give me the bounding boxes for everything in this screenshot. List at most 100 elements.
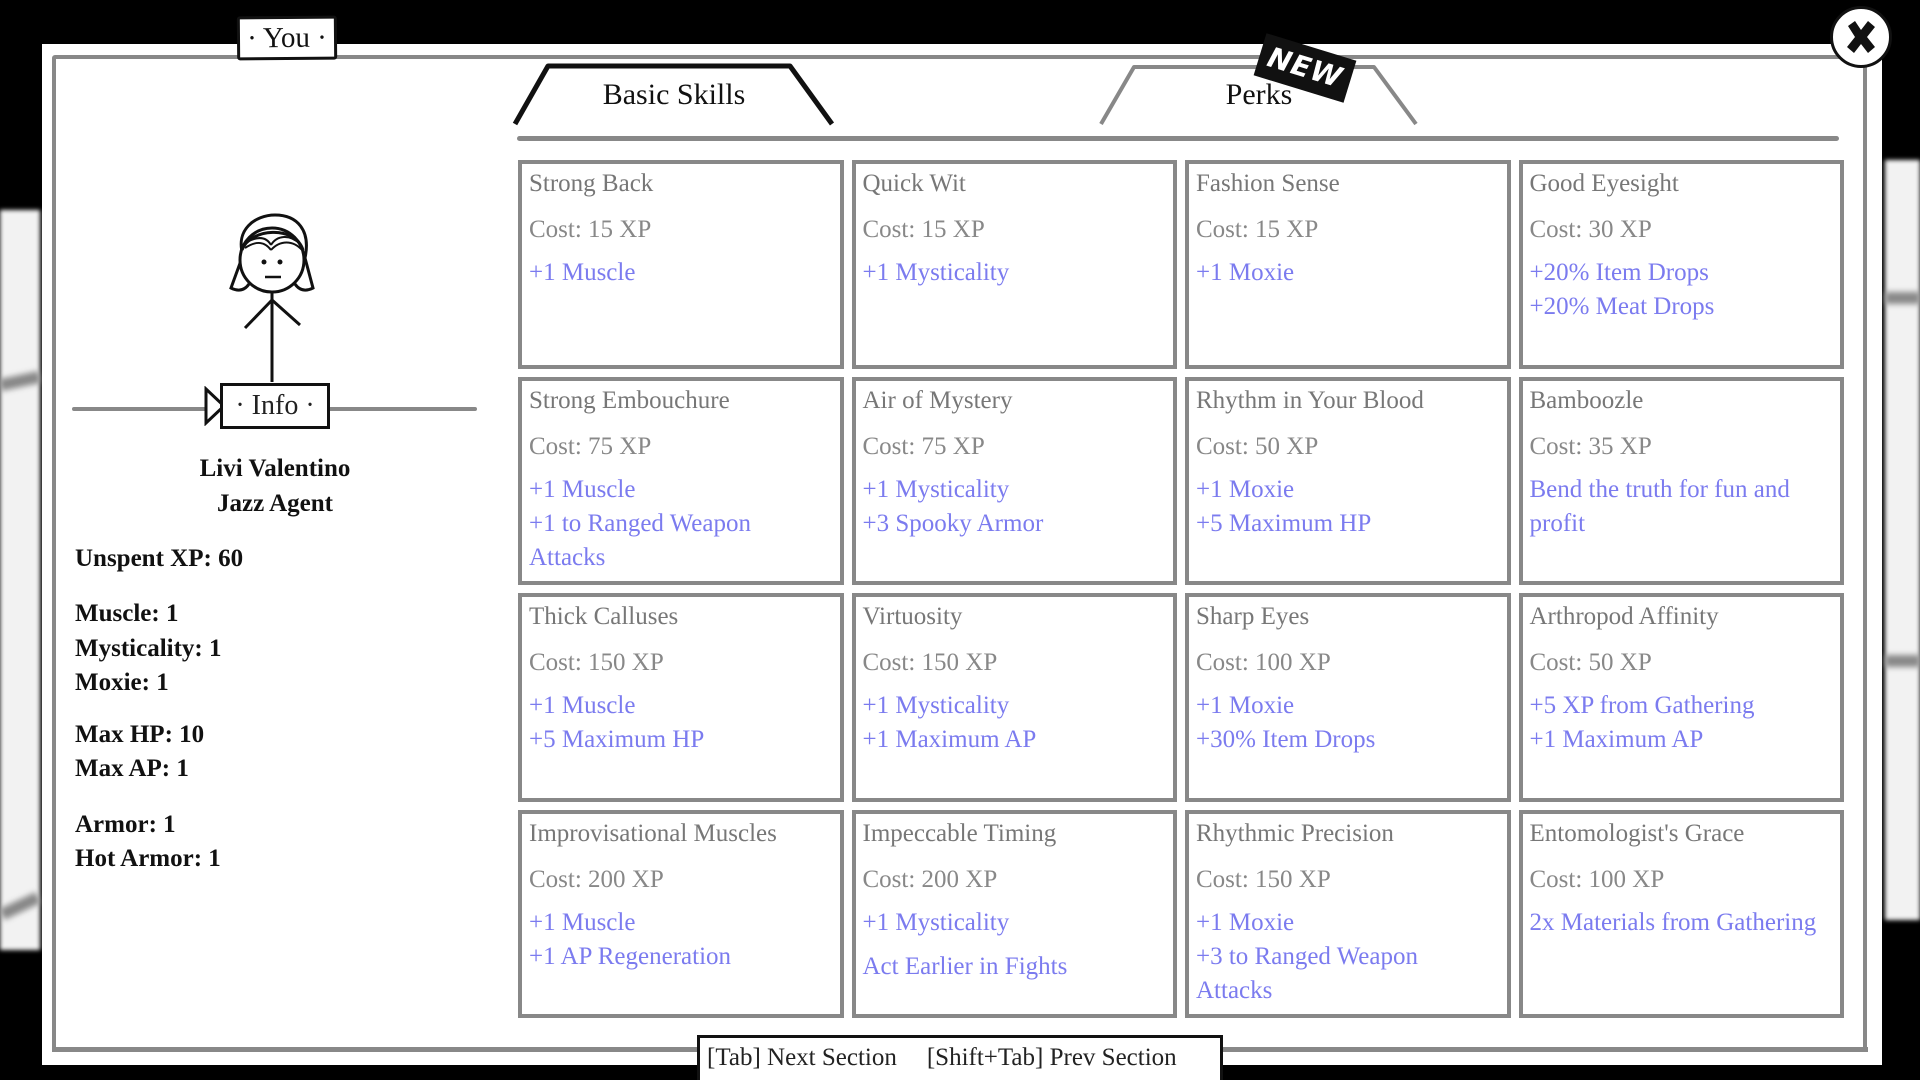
tab-underline: [517, 136, 1839, 141]
skill-effect: +1 Maximum AP: [1529, 726, 1704, 753]
skill-card[interactable]: Quick Wit Cost: 15 XP +1 Mysticality: [851, 160, 1177, 369]
skill-cost: Cost: 150 XP: [862, 649, 998, 676]
skill-cost: Cost: 200 XP: [862, 865, 998, 893]
background-scene-right: [1885, 160, 1920, 920]
skill-effect: +1 Muscle: [529, 259, 636, 286]
character-avatar-icon: [229, 213, 315, 382]
skill-card[interactable]: Arthropod Affinity Cost: 50 XP +5 XP from …: [1518, 593, 1844, 802]
skill-card[interactable]: Rhythm in Your Blood Cost: 50 XP +1 Moxie +…: [1185, 376, 1511, 585]
skill-name: Air of Mystery: [862, 386, 1013, 414]
skills-grid: Strong Back Cost: 15 XP +1 Muscle Quick Wit…: [518, 160, 1844, 1018]
skill-effect: +5 Maximum HP: [1196, 509, 1372, 537]
skill-card[interactable]: Thick Calluses Cost: 150 XP +1 Muscle +5 Ma…: [518, 593, 844, 802]
skill-cost: Cost: 100 XP: [1196, 649, 1331, 676]
close-button[interactable]: [1830, 6, 1892, 68]
skill-card[interactable]: Air of Mystery Cost: 75 XP +1 Mysticality +…: [851, 376, 1177, 585]
skill-name: Arthropod Affinity: [1529, 603, 1719, 630]
info-tag: · Info ·: [220, 383, 330, 429]
skill-card[interactable]: Bamboozle Cost: 35 XP Bend the truth for f…: [1518, 376, 1844, 585]
skill-card[interactable]: Strong Embouchure Cost: 75 XP +1 Muscle +1 …: [518, 376, 844, 585]
skill-name: Strong Back: [529, 170, 654, 197]
skill-card[interactable]: Good Eyesight Cost: 30 XP +20% Item Drops +…: [1518, 160, 1844, 369]
skill-cost: Cost: 50 XP: [1196, 432, 1319, 460]
skill-card[interactable]: Strong Back Cost: 15 XP +1 Muscle: [518, 160, 844, 369]
skill-name: Good Eyesight: [1529, 170, 1679, 197]
footer-line: [1218, 1047, 1868, 1052]
skill-effect: +20% Item Drops: [1529, 259, 1709, 286]
skill-effect: +1 Maximum AP: [862, 726, 1037, 753]
skill-cost: Cost: 75 XP: [862, 432, 985, 460]
tab-basic-skills[interactable]: Basic Skills: [512, 62, 836, 126]
stat-moxie: Moxie: 1: [75, 669, 169, 696]
skill-effect: +1 Mysticality: [862, 908, 1010, 936]
skill-cost: Cost: 30 XP: [1529, 216, 1652, 243]
skill-effect: +1 AP Regeneration: [529, 942, 732, 970]
skill-effect: +1 Muscle: [529, 475, 636, 503]
skill-effect: +3 to Ranged Weapon Attacks: [1196, 942, 1418, 1004]
skill-name: Sharp Eyes: [1196, 603, 1310, 630]
skill-effect: 2x Materials from Gathering: [1529, 908, 1817, 936]
skill-effect: +1 Moxie: [1196, 692, 1295, 719]
character-name: Livi Valentino: [199, 455, 351, 482]
skill-name: Thick Calluses: [529, 603, 679, 630]
stat-max-ap: Max AP: 1: [75, 755, 189, 782]
skill-effect: +3 Spooky Armor: [862, 509, 1044, 537]
skill-cost: Cost: 15 XP: [529, 216, 652, 243]
skill-card[interactable]: Impeccable Timing Cost: 200 XP +1 Mystical…: [851, 809, 1177, 1018]
tab-label: Perks: [1225, 78, 1293, 111]
skill-effect: +1 Moxie: [1196, 259, 1295, 286]
skill-name: Improvisational Muscles: [529, 819, 777, 847]
prev-section-hint[interactable]: [Shift+Tab] Prev Section: [927, 1044, 1177, 1071]
footer-line: [52, 1047, 702, 1052]
skill-cost: Cost: 200 XP: [529, 865, 664, 893]
background-line: [1885, 655, 1920, 667]
stat-hot-armor: Hot Armor: 1: [75, 845, 221, 872]
skill-effect: +1 Moxie: [1196, 475, 1295, 503]
skill-name: Quick Wit: [862, 170, 966, 197]
skill-cost: Cost: 100 XP: [1529, 865, 1665, 893]
skill-effect: +1 Mysticality: [862, 475, 1010, 503]
skill-effect: +1 Muscle: [529, 692, 636, 719]
skill-cost: Cost: 35 XP: [1529, 432, 1652, 460]
stat-armor: Armor: 1: [75, 811, 176, 838]
skill-name: Rhythm in Your Blood: [1196, 386, 1424, 414]
skill-cost: Cost: 15 XP: [862, 216, 985, 243]
skill-cost: Cost: 150 XP: [1196, 865, 1331, 893]
skill-cost: Cost: 50 XP: [1529, 649, 1652, 676]
skill-cost: Cost: 150 XP: [529, 649, 664, 676]
background-line: [1885, 292, 1920, 304]
skill-effect: +1 to Ranged Weapon Attacks: [529, 509, 751, 571]
skill-effect: +1 Mysticality: [862, 692, 1010, 719]
skill-effect: Bend the truth for fun and profit: [1529, 475, 1790, 537]
skill-card[interactable]: Rhythmic Precision Cost: 150 XP +1 Moxie +3…: [1185, 809, 1511, 1018]
background-scene-left: [0, 210, 40, 950]
skill-card[interactable]: Entomologist's Grace Cost: 100 XP 2x Mater…: [1518, 809, 1844, 1018]
panel-title-tag: · You ·: [236, 15, 338, 61]
skill-name: Bamboozle: [1529, 386, 1644, 414]
skill-effect: +1 Muscle: [529, 908, 636, 936]
skill-effect: +1 Mysticality: [862, 259, 1010, 286]
stat-mysticality: Mysticality: 1: [75, 635, 222, 662]
skill-name: Virtuosity: [862, 603, 963, 630]
next-section-hint[interactable]: [Tab] Next Section: [707, 1044, 897, 1071]
skill-cost: Cost: 15 XP: [1196, 216, 1319, 243]
tab-label: Basic Skills: [602, 78, 746, 111]
skill-card[interactable]: Virtuosity Cost: 150 XP +1 Mysticality +1 M…: [851, 593, 1177, 802]
skill-effect: +1 Moxie: [1196, 908, 1295, 936]
skill-card[interactable]: Sharp Eyes Cost: 100 XP +1 Moxie +30% Item …: [1185, 593, 1511, 802]
skill-name: Strong Embouchure: [529, 386, 730, 414]
skill-effect: +5 XP from Gathering: [1529, 692, 1755, 719]
skill-name: Fashion Sense: [1196, 170, 1340, 197]
skill-effect: +20% Meat Drops: [1529, 293, 1715, 320]
skill-effect: +5 Maximum HP: [529, 726, 705, 753]
stat-muscle: Muscle: 1: [75, 600, 179, 627]
close-x-icon: [1847, 21, 1875, 53]
skill-name: Impeccable Timing: [862, 819, 1057, 847]
character-class: Jazz Agent: [217, 490, 333, 517]
skill-card[interactable]: Improvisational Muscles Cost: 200 XP +1 Mu…: [518, 809, 844, 1018]
skill-name: Rhythmic Precision: [1196, 819, 1394, 847]
keyboard-hints: [Tab] Next Section [Shift+Tab] Prev Secti…: [697, 1035, 1223, 1080]
skill-name: Entomologist's Grace: [1529, 819, 1745, 847]
skill-card[interactable]: Fashion Sense Cost: 15 XP +1 Moxie: [1185, 160, 1511, 369]
skill-effect: Act Earlier in Fights: [862, 952, 1068, 980]
